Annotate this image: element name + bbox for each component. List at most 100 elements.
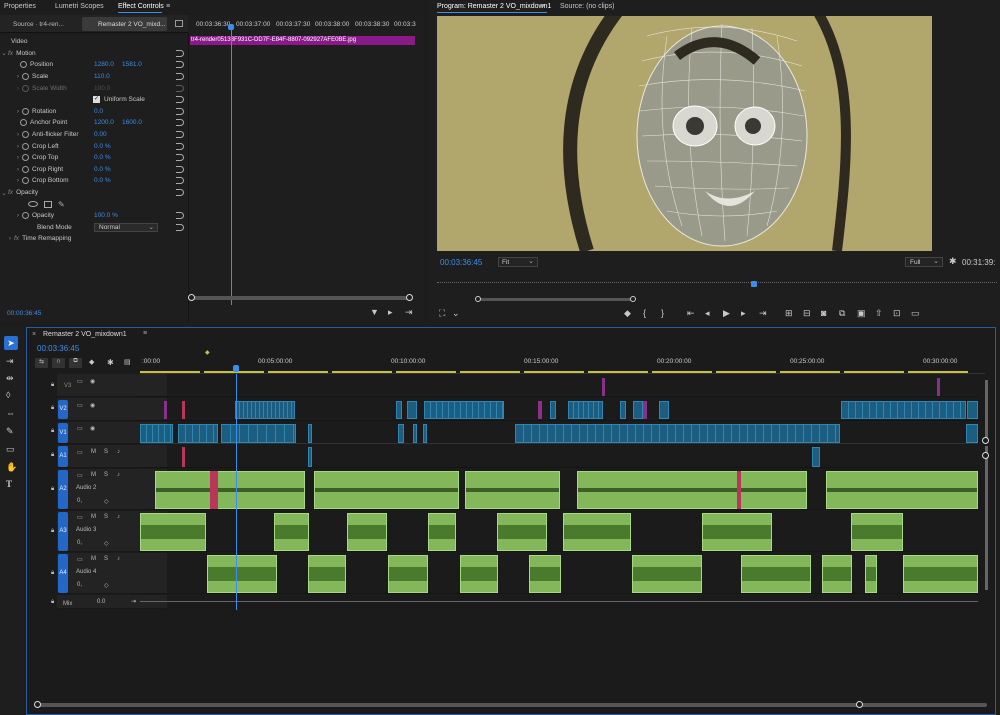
close-icon[interactable]: × — [32, 331, 36, 338]
audio-clip[interactable] — [140, 513, 206, 551]
audio-clip[interactable] — [741, 555, 811, 593]
audio-clip[interactable] — [465, 471, 560, 509]
stopwatch-icon[interactable] — [22, 177, 29, 185]
lock-icon[interactable]: 🔒︎ — [51, 528, 54, 535]
ec-scrollbar[interactable] — [190, 296, 412, 300]
chevron-down-icon[interactable]: ⌄ — [0, 189, 8, 197]
track-select-icon[interactable]: ⇥ — [6, 356, 14, 367]
volume-knob-icon[interactable]: 0, — [77, 498, 82, 504]
selection-tool[interactable]: ➤ — [4, 336, 18, 350]
eye-icon[interactable]: ◉ — [90, 402, 95, 409]
audio-clip[interactable] — [308, 555, 346, 593]
crop-top-value[interactable]: 0.0 % — [94, 154, 111, 161]
solo-button[interactable]: S — [104, 472, 108, 478]
track-name-a4[interactable]: Audio 4 — [76, 569, 96, 575]
extract-icon[interactable]: ⊟ — [803, 308, 811, 319]
video-clip[interactable] — [407, 401, 417, 419]
audio-clip[interactable] — [460, 555, 498, 593]
stopwatch-icon[interactable] — [22, 142, 29, 150]
opacity-value[interactable]: 100.0 % — [94, 212, 118, 219]
lock-icon[interactable]: 🔒︎ — [51, 428, 54, 435]
mark-in-icon[interactable]: { — [643, 308, 646, 318]
lift-icon[interactable]: ⊞ — [785, 308, 793, 319]
chevron-right-icon[interactable]: › — [14, 177, 22, 184]
toggle-sync-icon[interactable]: ▭ — [77, 449, 83, 456]
type-icon[interactable]: T — [6, 479, 12, 489]
reset-icon[interactable] — [176, 223, 184, 231]
tab-source[interactable]: Source: (no clips) — [560, 3, 614, 10]
hscroll-handle-right[interactable] — [856, 701, 863, 708]
rectangle-icon[interactable]: ▭ — [6, 444, 15, 455]
mute-button[interactable]: M — [91, 556, 96, 562]
slip-icon[interactable]: ⇔ — [6, 408, 15, 418]
vr-icon[interactable]: ▣ — [857, 308, 866, 319]
filter-icon[interactable]: ▼ — [370, 307, 379, 317]
captions-icon[interactable]: ▤ — [124, 358, 131, 366]
video-clip[interactable] — [423, 424, 427, 443]
lock-icon[interactable]: 🔒︎ — [51, 486, 54, 493]
resolution-select[interactable]: Full ⌄ — [905, 257, 943, 267]
stopwatch-icon[interactable] — [22, 107, 29, 115]
wrench-icon[interactable]: ✱ — [107, 358, 114, 367]
track-name-a2[interactable]: Audio 2 — [76, 485, 96, 491]
lock-icon[interactable]: 🔒︎ — [51, 599, 54, 606]
play-icon[interactable]: ▶ — [723, 308, 730, 319]
timeline-ruler[interactable]: :00:00 00:05:00:00 00:10:00:00 00:15:00:… — [140, 350, 985, 374]
ec-scroll-handle-left[interactable] — [188, 294, 195, 301]
uniform-scale-checkbox[interactable]: ✓ — [93, 96, 100, 104]
video-clip[interactable] — [140, 424, 173, 443]
reset-icon[interactable] — [176, 154, 184, 162]
mute-button[interactable]: M — [91, 449, 96, 455]
volume-knob-icon[interactable]: 0, — [77, 540, 82, 546]
fit-select[interactable]: Fit ⌄ — [498, 257, 538, 267]
scroll-handle[interactable] — [982, 437, 989, 444]
comparison-icon[interactable]: ⧉ — [839, 308, 845, 319]
crop-left-value[interactable]: 0.0 % — [94, 143, 111, 150]
tab-lumetri-scopes[interactable]: Lumetri Scopes — [55, 3, 104, 10]
chevron-right-icon[interactable]: › — [14, 131, 22, 138]
lock-icon[interactable]: 🔒︎ — [51, 570, 54, 577]
video-clip[interactable] — [937, 378, 940, 396]
audio-clip[interactable] — [308, 447, 312, 467]
audio-clip[interactable] — [529, 555, 561, 593]
video-clip[interactable] — [538, 401, 542, 419]
video-clip[interactable] — [602, 378, 605, 396]
video-clip[interactable] — [178, 424, 218, 443]
tab-effect-controls[interactable]: Effect Controls — [118, 3, 164, 10]
chevron-right-icon[interactable]: › — [14, 108, 22, 115]
chevron-right-icon[interactable]: › — [14, 143, 22, 150]
lock-icon[interactable]: 🔒︎ — [51, 452, 54, 459]
audio-clip[interactable] — [347, 513, 387, 551]
collapse-icon[interactable] — [175, 20, 183, 27]
stopwatch-icon[interactable] — [22, 165, 29, 173]
stopwatch-icon[interactable] — [22, 154, 29, 162]
audio-clip[interactable] — [702, 513, 772, 551]
antiflicker-value[interactable]: 0.00 — [94, 131, 107, 138]
video-clip[interactable] — [967, 401, 978, 419]
timeline-timecode[interactable]: 00:03:36:45 — [37, 344, 79, 353]
video-clip[interactable] — [413, 424, 417, 443]
track-name-a3[interactable]: Audio 3 — [76, 527, 96, 533]
toggle-sync-icon[interactable]: ▭ — [77, 425, 83, 432]
stopwatch-icon[interactable] — [22, 73, 29, 81]
go-to-out-icon[interactable]: ⇥ — [759, 308, 767, 319]
reset-icon[interactable] — [176, 131, 184, 139]
audio-clip[interactable] — [812, 447, 820, 467]
mute-button[interactable]: M — [91, 514, 96, 520]
rotation-value[interactable]: 0.0 — [94, 108, 103, 115]
hscroll-handle-left[interactable] — [34, 701, 41, 708]
video-clip[interactable] — [643, 401, 647, 419]
keyframe-icon[interactable]: ◇ — [104, 540, 109, 547]
video-clip[interactable] — [568, 401, 603, 419]
track-target-a3[interactable]: A3 — [58, 512, 68, 551]
audio-clip[interactable] — [903, 555, 978, 593]
mic-icon[interactable]: ♪ — [117, 556, 120, 562]
tab-properties[interactable]: Properties — [4, 3, 36, 10]
stopwatch-icon[interactable] — [20, 119, 27, 127]
crop-bottom-value[interactable]: 0.0 % — [94, 177, 111, 184]
eye-icon[interactable]: ◉ — [90, 378, 95, 385]
program-timecode[interactable]: 00:03:36:45 — [440, 258, 482, 267]
ec-timecode[interactable]: 00:00:36:45 — [7, 310, 41, 317]
audio-clip[interactable] — [182, 447, 185, 467]
audio-clip[interactable] — [314, 471, 459, 509]
